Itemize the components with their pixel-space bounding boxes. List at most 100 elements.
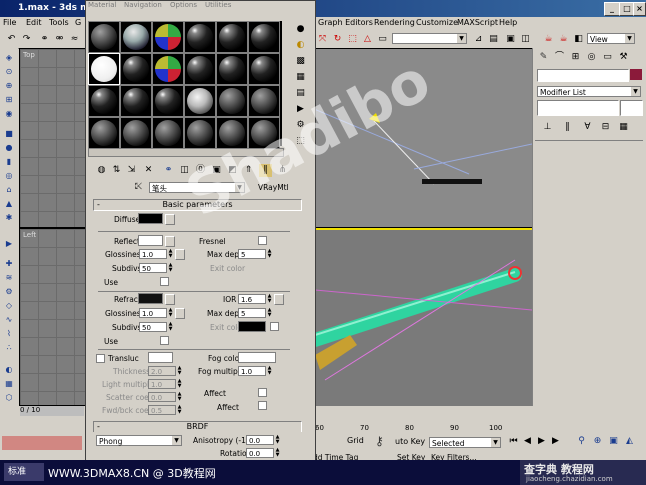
menu-customize[interactable]: Customize: [416, 18, 458, 27]
cylinder-icon[interactable]: ▮: [3, 156, 15, 167]
undo-icon[interactable]: ↶: [5, 33, 18, 45]
refract-max-depth-spinner[interactable]: ▲ ▼: [267, 308, 272, 318]
sample-slot-10[interactable]: [184, 53, 216, 85]
sample-slot-11[interactable]: [216, 53, 248, 85]
sample-type-icon[interactable]: ●: [294, 23, 307, 36]
rotate-icon[interactable]: ↻: [331, 33, 344, 45]
modifier-stack[interactable]: [537, 100, 619, 116]
viewport-top[interactable]: Top: [19, 48, 87, 228]
fog-color-swatch[interactable]: [238, 352, 276, 363]
sample-slot-19[interactable]: [88, 117, 120, 149]
brdf-type-dropdown[interactable]: Phong ▼: [96, 435, 182, 446]
move-icon[interactable]: ⤧: [316, 33, 329, 45]
rotation-value[interactable]: 0.0: [246, 448, 274, 458]
sample-slot-13[interactable]: [88, 85, 120, 117]
menu-file[interactable]: File: [3, 18, 16, 27]
translucency-color-swatch[interactable]: [148, 352, 173, 363]
scale-icon[interactable]: ⬚: [346, 33, 359, 45]
redo-icon[interactable]: ↷: [20, 33, 33, 45]
reflect-use-checkbox[interactable]: [160, 277, 169, 286]
affect-shadows-checkbox[interactable]: [258, 388, 267, 397]
viewport-left[interactable]: Left: [19, 228, 87, 406]
reflect-glossiness-value[interactable]: 1.0: [139, 249, 167, 259]
fwd-bck-coeff-value[interactable]: 0.5: [148, 405, 176, 415]
spacewarp-icon[interactable]: ≋: [3, 272, 15, 283]
sample-slot-16[interactable]: [184, 85, 216, 117]
reflect-color-swatch[interactable]: [138, 235, 163, 246]
shape-icon[interactable]: ◇: [3, 300, 15, 311]
menu-help[interactable]: Help: [499, 18, 517, 27]
helper-icon[interactable]: ✚: [3, 258, 15, 269]
prev-frame-icon[interactable]: ◀: [521, 435, 534, 448]
create-icon[interactable]: ⊕: [3, 80, 15, 91]
refract-glossiness-spinner[interactable]: ▲ ▼: [168, 308, 173, 318]
light-multiplier-spinner[interactable]: ▲ ▼: [177, 379, 182, 389]
sample-slot-1[interactable]: [88, 21, 120, 53]
fresnel-checkbox[interactable]: [258, 236, 267, 245]
fog-multiplier-value[interactable]: 1.0: [238, 366, 266, 376]
reflect-subdivs-value[interactable]: 50: [139, 263, 167, 273]
curve-editor-icon[interactable]: ▣: [504, 33, 517, 45]
menu-maxscript[interactable]: MAXScript: [457, 18, 498, 27]
zoom-all-icon[interactable]: ⊕: [591, 435, 604, 448]
light-multiplier-value[interactable]: 1.0: [148, 379, 176, 389]
make-unique-icon[interactable]: ∀: [581, 121, 594, 134]
pin-stack-icon[interactable]: ⊥: [541, 121, 554, 134]
refract-color-swatch[interactable]: [138, 293, 163, 304]
teapot-icon[interactable]: ⌂: [3, 184, 15, 195]
put-to-scene-icon[interactable]: ⇅: [110, 164, 123, 177]
reset-map-icon[interactable]: ✕: [142, 164, 155, 177]
refract-glossiness-map[interactable]: [175, 308, 185, 319]
refract-subdivs-spinner[interactable]: ▲ ▼: [168, 322, 173, 332]
refract-exit-color-checkbox[interactable]: [270, 322, 279, 331]
background-icon[interactable]: ▩: [294, 55, 307, 68]
sample-slot-8[interactable]: [120, 53, 152, 85]
create-tab-icon[interactable]: ✎: [537, 51, 550, 64]
patch-icon[interactable]: ▦: [3, 378, 15, 389]
assign-material-icon[interactable]: ⇲: [125, 164, 138, 177]
rotation-spinner[interactable]: ▲ ▼: [275, 448, 280, 458]
uv-tiling-icon[interactable]: ▦: [294, 71, 307, 84]
zoom-icon[interactable]: ⚲: [575, 435, 588, 448]
sample-slot-20[interactable]: [120, 117, 152, 149]
sphere-create-icon[interactable]: ●: [3, 142, 15, 153]
camera-icon[interactable]: ▶: [3, 238, 15, 249]
box-icon[interactable]: ■: [3, 128, 15, 139]
object-name-field[interactable]: [537, 69, 629, 82]
minimize-button[interactable]: _: [604, 2, 620, 16]
refract-exit-color-swatch[interactable]: [238, 321, 266, 332]
sample-slot-5[interactable]: [216, 21, 248, 53]
systems-icon[interactable]: ⚙: [3, 286, 15, 297]
torus-icon[interactable]: ◎: [3, 170, 15, 181]
reflect-glossiness-spinner[interactable]: ▲ ▼: [168, 249, 173, 259]
named-selection-dropdown[interactable]: ▼: [392, 33, 467, 44]
video-color-icon[interactable]: ▤: [294, 87, 307, 100]
translucency-checkbox[interactable]: [96, 354, 105, 363]
light-icon[interactable]: ✱: [3, 212, 15, 223]
make-unique-copy-icon[interactable]: ⚭: [162, 164, 175, 177]
schematic-icon[interactable]: ◫: [519, 33, 532, 45]
sample-slot-7[interactable]: [88, 53, 120, 85]
thickness-spinner[interactable]: ▲ ▼: [177, 366, 182, 376]
layer-icon[interactable]: ▤: [487, 33, 500, 45]
menu-edit[interactable]: Edit: [26, 18, 42, 27]
ior-value[interactable]: 1.6: [238, 294, 266, 304]
anisotropy-spinner[interactable]: ▲ ▼: [275, 435, 280, 445]
object-color-swatch[interactable]: [630, 69, 642, 80]
sample-slot-22[interactable]: [184, 117, 216, 149]
fog-multiplier-spinner[interactable]: ▲ ▼: [267, 366, 272, 376]
sample-slot-9[interactable]: [152, 53, 184, 85]
start-button[interactable]: 标准: [4, 463, 44, 481]
sample-slot-2[interactable]: [120, 21, 152, 53]
quick-render-icon[interactable]: ☕: [557, 33, 570, 45]
me-menu-utilities[interactable]: Utilities: [205, 1, 231, 9]
snap-toggle-icon[interactable]: ◈: [3, 52, 15, 63]
next-frame-icon[interactable]: ▶: [549, 435, 562, 448]
key-icon[interactable]: ⚷: [375, 434, 384, 448]
go-to-start-icon[interactable]: ⏮: [507, 435, 520, 448]
select-object-icon[interactable]: ⊙: [3, 66, 15, 77]
spline-icon[interactable]: ∿: [3, 314, 15, 325]
render-type-icon[interactable]: ◧: [572, 33, 585, 45]
menu-tools[interactable]: Tools: [49, 18, 69, 27]
anisotropy-value[interactable]: 0.0: [246, 435, 274, 445]
